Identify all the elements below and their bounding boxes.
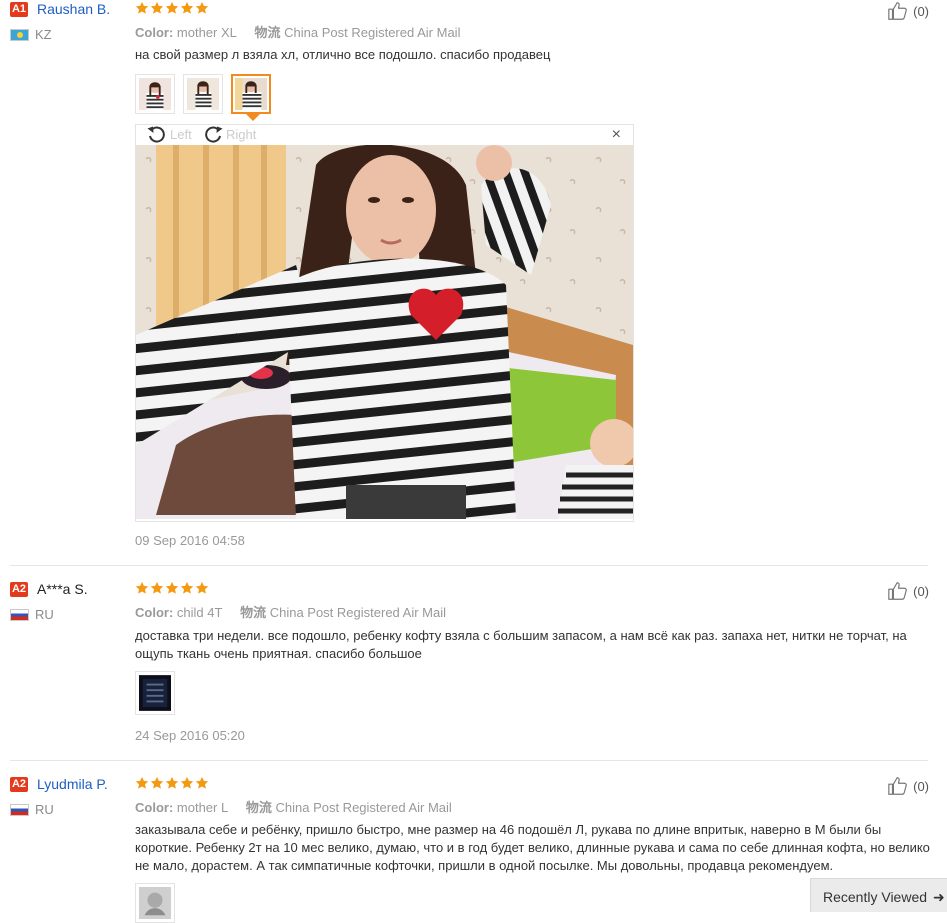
star-rating bbox=[135, 776, 209, 790]
buyer-level-badge: A1 bbox=[10, 2, 28, 17]
star-icon bbox=[135, 776, 149, 790]
rotate-right-button[interactable]: Right bbox=[202, 125, 256, 143]
color-value: child 4T bbox=[176, 605, 223, 620]
helpful-button[interactable]: (0) bbox=[886, 775, 929, 797]
review-item: A2 Lyudmila P. RU Color: mother L 物流 Chi… bbox=[0, 775, 947, 923]
star-rating bbox=[135, 1, 209, 15]
rotate-right-icon bbox=[205, 126, 223, 143]
star-icon bbox=[135, 1, 149, 15]
photo-thumbnail-image bbox=[139, 887, 171, 919]
shipping-label: 物流 bbox=[240, 605, 267, 620]
star-icon bbox=[180, 581, 194, 595]
review-photo-thumbnails bbox=[135, 74, 271, 121]
photo-thumbnail[interactable] bbox=[135, 671, 175, 715]
star-icon bbox=[180, 1, 194, 15]
reviewer-country: KZ bbox=[35, 27, 52, 42]
order-properties: Color: mother L 物流 China Post Registered… bbox=[135, 797, 452, 816]
rotate-left-button[interactable]: Left bbox=[146, 125, 192, 143]
star-icon bbox=[165, 1, 179, 15]
star-icon bbox=[150, 581, 164, 595]
star-rating bbox=[135, 581, 209, 595]
star-icon bbox=[150, 1, 164, 15]
photo-thumbnail-image bbox=[235, 78, 267, 110]
review-text: заказывала себе и ребёнку, пришло быстро… bbox=[135, 822, 930, 873]
review-date: 09 Sep 2016 04:58 bbox=[135, 533, 245, 548]
review-item: A1 Raushan B. KZ Color: mother XL 物流 Chi… bbox=[0, 0, 947, 560]
review-text: на свой размер л взяла хл, отлично все п… bbox=[135, 47, 551, 62]
review-photo-thumbnails bbox=[135, 671, 175, 715]
rotate-left-icon bbox=[147, 126, 165, 143]
order-properties: Color: mother XL 物流 China Post Registere… bbox=[135, 22, 460, 41]
review-divider bbox=[10, 565, 928, 566]
star-icon bbox=[180, 776, 194, 790]
review-item: A2 A***a S. RU Color: child 4T 物流 China … bbox=[0, 580, 947, 760]
helpful-button[interactable]: (0) bbox=[886, 580, 929, 602]
star-icon bbox=[165, 581, 179, 595]
review-photo-image bbox=[136, 145, 633, 519]
review-photo-large bbox=[136, 145, 633, 519]
flag-icon bbox=[10, 29, 29, 41]
reviewer-name: A***a S. bbox=[37, 581, 88, 597]
buyer-level-badge: A2 bbox=[10, 582, 28, 597]
star-icon bbox=[195, 581, 209, 595]
thumbs-up-icon bbox=[886, 580, 910, 602]
star-icon bbox=[135, 581, 149, 595]
color-label: Color: bbox=[135, 25, 174, 40]
order-properties: Color: child 4T 物流 China Post Registered… bbox=[135, 602, 446, 621]
review-photo-thumbnails bbox=[135, 883, 175, 923]
buyer-level-badge: A2 bbox=[10, 777, 28, 792]
shipping-label: 物流 bbox=[245, 800, 272, 815]
color-value: mother L bbox=[176, 800, 229, 815]
color-label: Color: bbox=[135, 800, 174, 815]
helpful-button[interactable]: (0) bbox=[886, 0, 929, 22]
shipping-value: China Post Registered Air Mail bbox=[269, 605, 447, 620]
star-icon bbox=[165, 776, 179, 790]
reviewer-country: RU bbox=[35, 607, 54, 622]
photo-viewer-toolbar: Left Right × bbox=[136, 125, 633, 145]
color-label: Color: bbox=[135, 605, 174, 620]
recently-viewed-tab[interactable]: Recently Viewed ➜ bbox=[810, 878, 947, 912]
review-divider bbox=[10, 760, 928, 761]
photo-thumbnail[interactable] bbox=[135, 74, 175, 114]
review-text: доставка три недели. все подошло, ребенк… bbox=[135, 628, 907, 661]
photo-thumbnail-image bbox=[139, 78, 171, 110]
rotate-left-label: Left bbox=[170, 126, 192, 142]
photo-thumbnail-image bbox=[139, 675, 171, 711]
shipping-label: 物流 bbox=[254, 25, 281, 40]
arrow-right-icon: ➜ bbox=[933, 889, 945, 905]
reviewer-country: RU bbox=[35, 802, 54, 817]
helpful-count: (0) bbox=[913, 778, 929, 794]
helpful-count: (0) bbox=[913, 3, 929, 19]
photo-thumbnail-selected[interactable] bbox=[231, 74, 271, 121]
star-icon bbox=[195, 1, 209, 15]
star-icon bbox=[150, 776, 164, 790]
rotate-right-label: Right bbox=[226, 126, 257, 142]
shipping-value: China Post Registered Air Mail bbox=[275, 800, 452, 815]
reviewer-name[interactable]: Lyudmila P. bbox=[37, 776, 108, 792]
photo-thumbnail-image bbox=[187, 78, 219, 110]
reviewer-name[interactable]: Raushan B. bbox=[37, 1, 110, 17]
photo-viewer: Left Right × bbox=[135, 124, 634, 522]
flag-icon bbox=[10, 804, 29, 816]
flag-icon bbox=[10, 609, 29, 621]
photo-thumbnail[interactable] bbox=[135, 883, 175, 923]
star-icon bbox=[195, 776, 209, 790]
color-value: mother XL bbox=[176, 25, 237, 40]
thumbs-up-icon bbox=[886, 775, 910, 797]
review-date: 24 Sep 2016 05:20 bbox=[135, 728, 245, 743]
recently-viewed-label: Recently Viewed bbox=[823, 889, 928, 905]
photo-thumbnail[interactable] bbox=[183, 74, 223, 114]
close-icon[interactable]: × bbox=[612, 126, 621, 144]
shipping-value: China Post Registered Air Mail bbox=[284, 25, 461, 40]
thumbs-up-icon bbox=[886, 0, 910, 22]
helpful-count: (0) bbox=[913, 583, 929, 599]
